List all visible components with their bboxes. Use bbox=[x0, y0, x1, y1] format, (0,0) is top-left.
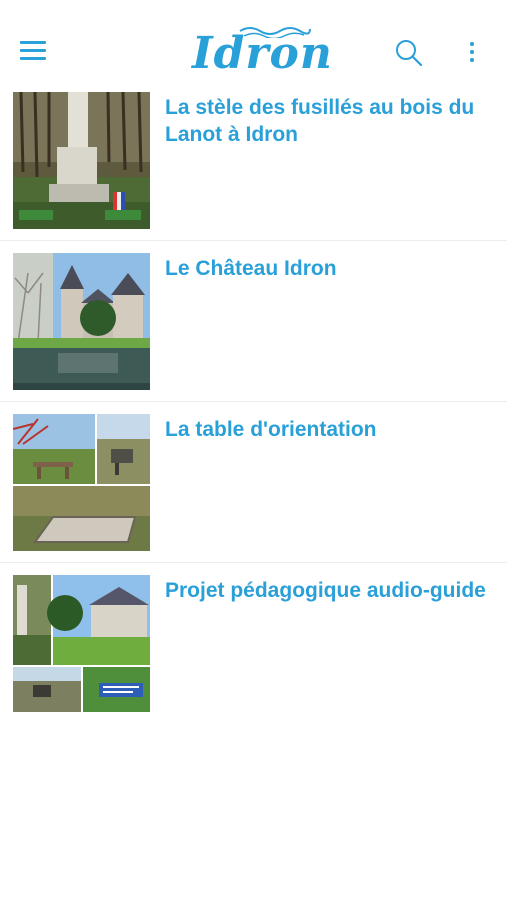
app-logo[interactable]: Idron bbox=[180, 18, 333, 79]
list-item[interactable]: Le Château Idron bbox=[0, 251, 507, 402]
list-item-title: La table d'orientation bbox=[165, 418, 377, 441]
app-bar: Idron bbox=[0, 0, 507, 90]
stele-thumbnail bbox=[13, 92, 150, 229]
list-item[interactable]: La table d'orientation bbox=[0, 412, 507, 563]
chateau-thumbnail bbox=[13, 253, 150, 390]
list-item[interactable]: Projet pédagogique audio-guide bbox=[0, 573, 507, 723]
list-item-title: Le Château Idron bbox=[165, 257, 337, 280]
audio-guide-thumbnail bbox=[13, 575, 150, 712]
table-orientation-thumbnail bbox=[13, 414, 150, 551]
logo-text: Idron bbox=[192, 28, 333, 79]
search-icon bbox=[396, 40, 423, 67]
poi-list: La stèle des fusillés au bois du Lanot à… bbox=[0, 90, 507, 733]
list-item-title: La stèle des fusillés au bois du Lanot à… bbox=[165, 96, 475, 146]
more-options-button[interactable] bbox=[462, 38, 482, 68]
search-button[interactable] bbox=[393, 37, 425, 69]
list-item[interactable]: La stèle des fusillés au bois du Lanot à… bbox=[0, 90, 507, 241]
list-item-title: Projet pédagogique audio-guide bbox=[165, 579, 486, 602]
menu-button[interactable] bbox=[16, 36, 50, 66]
